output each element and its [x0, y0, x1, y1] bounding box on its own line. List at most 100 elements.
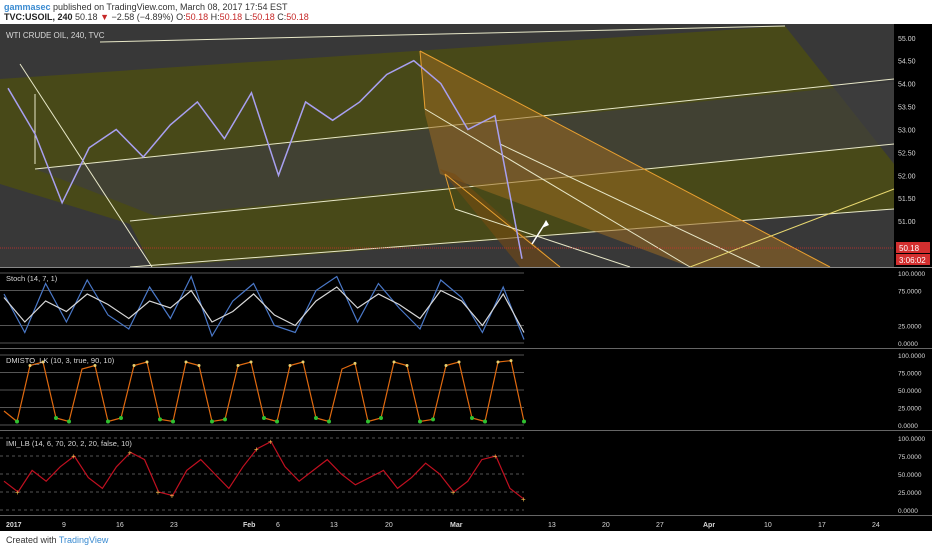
dmi-signal-dot	[301, 360, 305, 364]
x-axis-label: 17	[818, 522, 826, 529]
dmi-signal-dot	[15, 419, 19, 424]
price-tick-label: 55.00	[898, 36, 916, 43]
dmi-signal-dot	[444, 364, 448, 367]
indicator-tick-label: 0.0000	[898, 423, 918, 430]
dmi-signal-dot	[379, 416, 383, 420]
dmi-signal-dot	[288, 364, 292, 367]
high-value: 50.18	[219, 12, 243, 22]
dmi-signal-dot	[145, 360, 149, 364]
imi-signal-marker: +	[156, 488, 161, 497]
indicator-tick-label: 25.0000	[898, 406, 922, 413]
x-axis-label: Feb	[243, 522, 255, 529]
price-tick-label: 53.50	[898, 105, 916, 112]
price-tick-label: 54.50	[898, 59, 916, 66]
dmi-signal-dot	[522, 419, 526, 424]
indicator-line	[3, 274, 525, 340]
dmi-signal-dot	[470, 416, 474, 420]
dmi-signal-dot	[67, 419, 71, 424]
close-value: 50.18	[286, 12, 309, 22]
imi-signal-marker: +	[127, 448, 132, 457]
x-axis-label: 10	[764, 522, 772, 529]
indicator-tick-label: 75.0000	[898, 454, 922, 461]
indicator-tick-label: 100.0000	[898, 353, 925, 360]
last-price-label: 50.18	[899, 244, 920, 253]
dmi-signal-dot	[132, 364, 136, 367]
x-axis-label: 16	[116, 522, 124, 529]
open-label: O:	[176, 12, 186, 22]
x-axis-label: 20	[602, 522, 610, 529]
dmisto-panel[interactable]: 100.0000 75.0000 50.0000 25.0000 0.0000 DMIST…	[0, 353, 932, 431]
imi-signal-marker: +	[71, 452, 76, 461]
x-axis-label: 2017	[6, 522, 22, 529]
price-tick-label: 53.00	[898, 127, 916, 134]
dmi-signal-dot	[327, 419, 331, 424]
indicator-line	[3, 440, 525, 500]
dmi-signal-dot	[275, 419, 279, 424]
dmi-signal-dot	[405, 364, 409, 367]
indicator-tick-label: 0.0000	[898, 341, 918, 348]
chart-footer: Created with TradingView	[0, 531, 932, 550]
imi-signal-marker: +	[254, 445, 259, 454]
dmi-signal-dot	[106, 419, 110, 424]
time-axis[interactable]: 2017 9 16 23 Feb 6 13 20 Mar 13 20 27 Apr 10 17 24	[0, 516, 932, 531]
indicator-title: IMI_LB (14, 6, 70, 20, 2, 20, false, 10)	[6, 439, 132, 448]
dmi-signal-dot	[184, 360, 188, 364]
price-labels: 50.18 3:06:02	[896, 242, 930, 265]
indicator-line	[3, 359, 525, 423]
price-tick-label: 52.00	[898, 173, 916, 180]
dmi-signal-dot	[210, 419, 214, 424]
price-change: −2.58 (−4.89%)	[111, 12, 174, 22]
x-axis-label: 20	[385, 522, 393, 529]
indicator-tick-label: 100.0000	[898, 271, 925, 278]
dmi-signal-dot	[366, 419, 370, 424]
x-axis-label: 24	[872, 522, 880, 529]
indicator-tick-label: 25.0000	[898, 324, 922, 331]
x-axis-label: 13	[330, 522, 338, 529]
chart-header: gammasec published on TradingView.com, M…	[0, 0, 932, 24]
dmi-signal-dot	[171, 419, 175, 424]
imi-signal-marker: +	[521, 495, 526, 504]
created-with-text: Created with	[6, 535, 57, 545]
x-axis-label: Apr	[703, 522, 715, 529]
countdown-label: 3:06:02	[899, 256, 926, 265]
dmi-signal-dot	[496, 360, 500, 364]
imi-signal-marker: +	[268, 438, 273, 447]
dmi-signal-dot	[418, 419, 422, 424]
x-axis-label: Mar	[450, 522, 463, 529]
dmi-signal-dot	[236, 364, 240, 367]
price-tick-label: 54.00	[898, 82, 916, 89]
down-arrow-icon: ▼	[100, 12, 109, 22]
imi-signal-marker: +	[15, 488, 20, 497]
imi-signal-marker: +	[170, 492, 175, 501]
symbol-label[interactable]: TVC:USOIL, 240	[4, 12, 73, 22]
imi-panel[interactable]: 100.0000 75.0000 50.0000 25.0000 0.0000 + + + + +…	[0, 436, 932, 516]
indicator-tick-label: 0.0000	[898, 508, 918, 515]
x-axis-label: 23	[170, 522, 178, 529]
dmi-signal-dot	[119, 416, 123, 420]
dmi-signal-dot	[314, 416, 318, 420]
dmi-signal-dot	[54, 416, 58, 420]
x-axis-label: 13	[548, 522, 556, 529]
imi-signal-marker: +	[493, 452, 498, 461]
price-tick-label: 52.50	[898, 150, 916, 157]
indicator-tick-label: 75.0000	[898, 289, 922, 296]
indicator-tick-label: 75.0000	[898, 371, 922, 378]
x-axis-label: 9	[62, 522, 66, 529]
author-name[interactable]: gammasec	[4, 2, 51, 12]
dmi-signal-dot	[353, 361, 357, 365]
chart-area[interactable]: 55.00 54.50 54.00 53.50 53.00 52.50 52.00 51.50…	[0, 24, 932, 531]
imi-signal-marker: +	[451, 488, 456, 497]
indicator-tick-label: 50.0000	[898, 388, 922, 395]
low-value: 50.18	[252, 12, 275, 22]
dmi-signal-dot	[392, 360, 396, 364]
tradingview-logo[interactable]: TradingView	[59, 535, 109, 545]
indicator-tick-label: 100.0000	[898, 436, 925, 443]
indicator-tick-label: 25.0000	[898, 490, 922, 497]
dmi-signal-dot	[249, 360, 253, 364]
high-label: H:	[210, 12, 220, 22]
published-text: published on TradingView.com, March 08, …	[53, 2, 288, 12]
indicator-tick-label: 50.0000	[898, 472, 922, 479]
stoch-panel[interactable]: 100.0000 75.0000 25.0000 0.0000 Stoch (14, 7…	[0, 271, 932, 349]
last-price: 50.18	[75, 12, 98, 22]
x-axis-label: 27	[656, 522, 664, 529]
